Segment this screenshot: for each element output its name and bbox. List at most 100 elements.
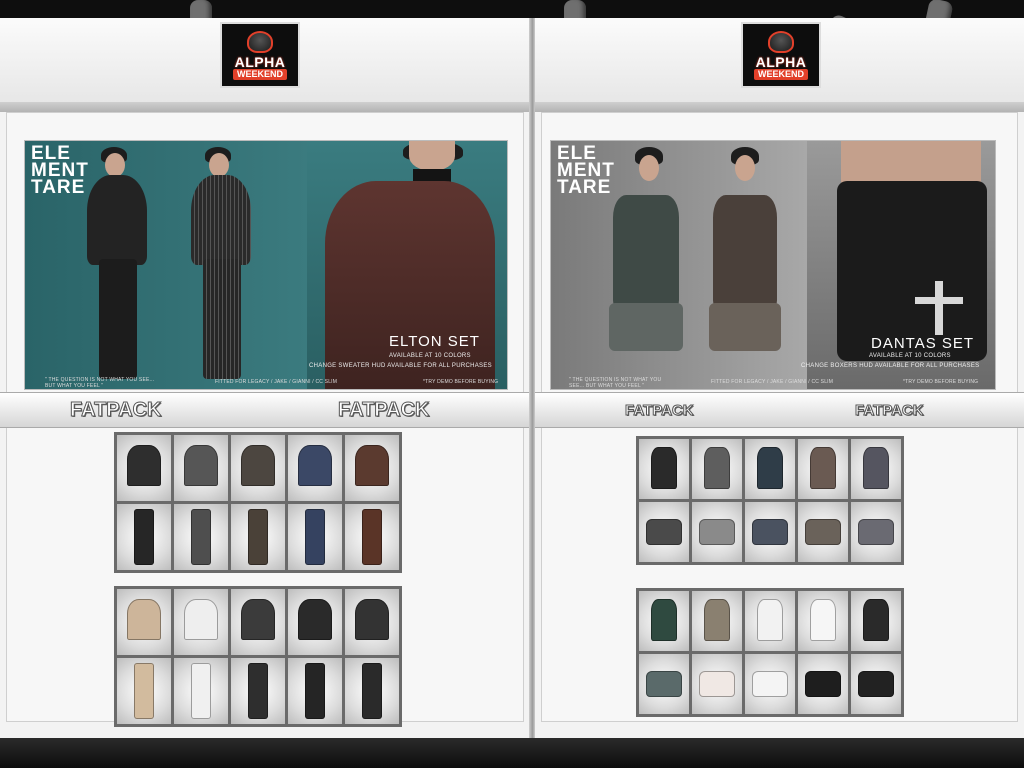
poster-quote: " THE QUESTION IS NOT WHAT YOU SEE... BU… [569,377,662,389]
trousers-icon [248,509,268,565]
logo-line2: WEEKEND [232,68,287,80]
dantas-set-poster[interactable]: ELE MENT TARE DANTAS SET AVAILABLE AT 10… [550,140,996,390]
poster-quote: " THE QUESTION IS NOT WHAT YOU SEE... BU… [45,377,155,389]
shorts-icon [699,670,735,698]
shorts-icon [805,518,841,546]
shorts-icon [858,670,894,698]
jacket-icon [298,444,332,486]
vendor-item-tile[interactable] [851,439,901,499]
fatpack-label: FATPACK [337,399,430,422]
model-tank-figure [713,195,777,307]
cross-print-bar [915,297,963,304]
tank-top-icon [651,447,677,490]
jacket-icon [241,444,275,486]
vendor-item-tile[interactable] [639,502,689,562]
vendor-item-tile[interactable] [639,654,689,714]
floor [0,738,1024,768]
set-note: CHANGE BOXERS HUD AVAILABLE FOR ALL PURC… [801,363,980,369]
vendor-item-tile[interactable] [345,504,399,570]
brand-logo-text: ELE MENT TARE [557,143,615,198]
vendor-item-tile[interactable] [745,654,795,714]
trousers-icon [305,509,325,565]
vendor-item-tile[interactable] [851,591,901,651]
vendor-item-tile[interactable] [692,591,742,651]
tank-top-icon [757,447,783,490]
vendor-item-tile[interactable] [174,658,228,724]
trousers-icon [134,663,154,719]
fatpack-label: FATPACK [855,402,925,420]
vendor-item-tile[interactable] [692,502,742,562]
vendor-grid-dantas-bottom [636,588,904,717]
poster-demo-note: *TRY DEMO BEFORE BUYING [903,379,979,385]
jacket-icon [298,598,332,640]
vendor-item-tile[interactable] [345,589,399,655]
vendor-item-tile[interactable] [231,504,285,570]
vendor-item-tile[interactable] [745,439,795,499]
fatpack-label: FATPACK [69,399,162,422]
closeup-face [409,141,455,171]
logo-line1: ALPHA [755,53,807,70]
vendor-item-tile[interactable] [745,591,795,651]
jacket-icon [184,444,218,486]
vendor-item-tile[interactable] [231,589,285,655]
vendor-item-tile[interactable] [288,504,342,570]
vendor-item-tile[interactable] [851,654,901,714]
fatpack-banner: FATPACK FATPACK [535,392,1024,428]
vendor-item-tile[interactable] [798,654,848,714]
model-shorts [709,303,781,351]
panther-emblem-icon [247,30,273,53]
model-head [209,153,229,177]
vendor-item-tile[interactable] [288,435,342,501]
tank-top-icon [810,447,836,490]
vendor-item-tile[interactable] [174,435,228,501]
set-title: ELTON SET [389,333,480,350]
poster-fit-info: FITTED FOR LEGACY / JAKE / GIANNI / CC S… [711,379,834,385]
poster-demo-note: *TRY DEMO BEFORE BUYING [423,379,499,385]
trousers-icon [248,663,268,719]
vendor-item-tile[interactable] [117,589,171,655]
jacket-icon [355,444,389,486]
vendor-item-tile[interactable] [288,589,342,655]
vendor-item-tile[interactable] [288,658,342,724]
alpha-weekend-logo[interactable]: ALPHA WEEKEND [220,22,300,88]
vendor-item-tile[interactable] [231,435,285,501]
trousers-icon [191,509,211,565]
panther-emblem-icon [768,30,794,53]
vendor-item-tile[interactable] [798,591,848,651]
jacket-icon [241,598,275,640]
vendor-item-tile[interactable] [745,502,795,562]
poster-fit-info: FITTED FOR LEGACY / JAKE / GIANNI / CC S… [215,379,338,385]
vendor-item-tile[interactable] [639,439,689,499]
vendor-grid-elton-top [114,432,402,573]
vendor-item-tile[interactable] [639,591,689,651]
tank-top-icon [704,447,730,490]
tank-top-icon [651,599,677,642]
model-head [639,155,659,181]
tank-top-icon [863,447,889,490]
set-subtitle: AVAILABLE AT 10 COLORS [869,353,951,359]
vendor-item-tile[interactable] [798,502,848,562]
vendor-item-tile[interactable] [117,658,171,724]
vendor-item-tile[interactable] [231,658,285,724]
vendor-item-tile[interactable] [851,502,901,562]
trousers-icon [305,663,325,719]
vendor-item-tile[interactable] [174,589,228,655]
brand-logo-text: ELE MENT TARE [31,143,89,198]
jacket-icon [184,598,218,640]
shorts-icon [646,518,682,546]
vendor-item-tile[interactable] [117,504,171,570]
vendor-item-tile[interactable] [174,504,228,570]
vendor-item-tile[interactable] [692,439,742,499]
elton-set-poster[interactable]: ELE MENT TARE ELTON SET AVAILABLE AT 10 … [24,140,508,390]
alpha-weekend-logo[interactable]: ALPHA WEEKEND [741,22,821,88]
vendor-item-tile[interactable] [692,654,742,714]
vendor-item-tile[interactable] [345,658,399,724]
booth-header-shelf [0,102,530,112]
vendor-item-tile[interactable] [117,435,171,501]
trousers-icon [362,663,382,719]
vendor-item-tile[interactable] [798,439,848,499]
model-trousers [99,259,137,379]
trousers-icon [362,509,382,565]
model-trousers [203,259,241,379]
vendor-item-tile[interactable] [345,435,399,501]
